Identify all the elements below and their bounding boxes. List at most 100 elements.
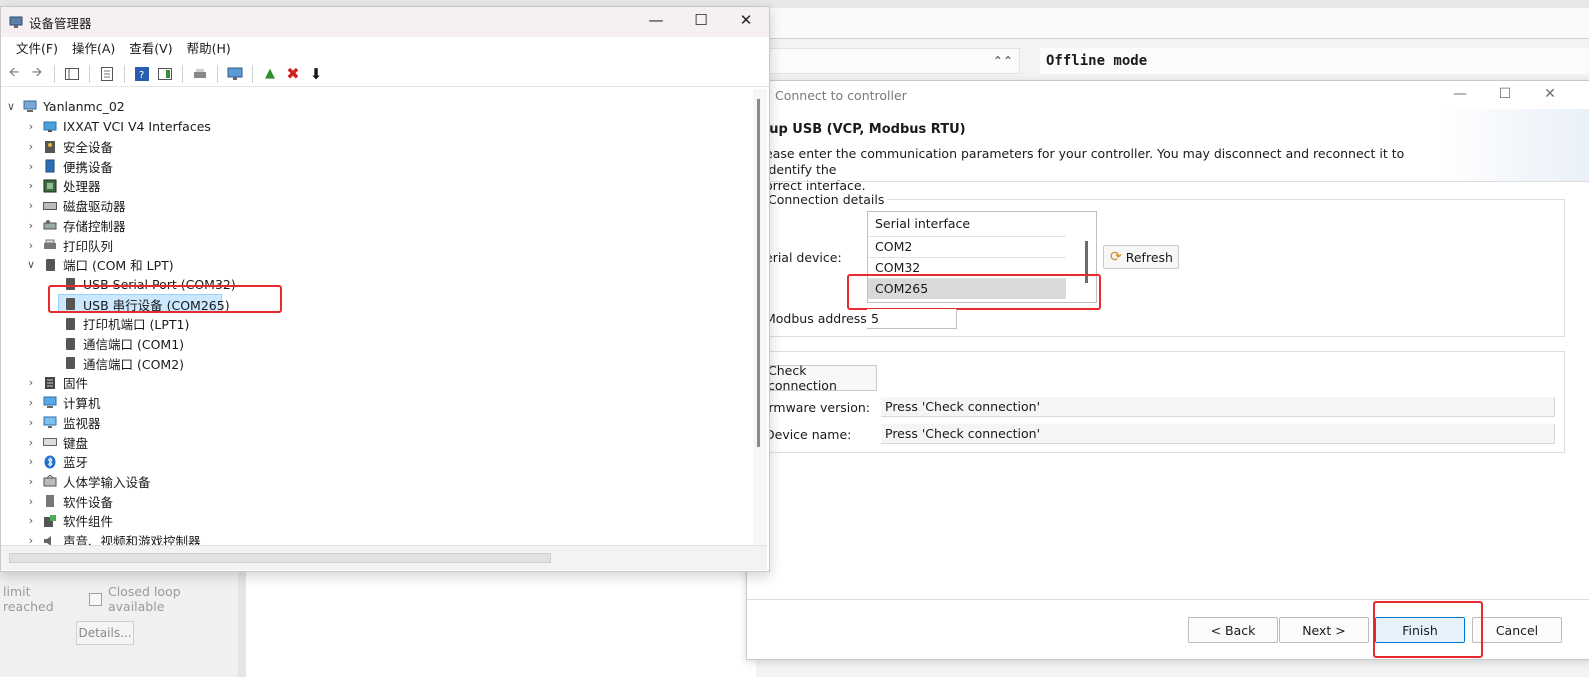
port-icon: [63, 317, 77, 331]
cancel-button[interactable]: Cancel: [1472, 617, 1562, 643]
port-icon: [43, 258, 57, 272]
keyboard-icon: [43, 435, 57, 449]
serial-option-com2[interactable]: COM2: [868, 237, 1066, 257]
tree-category[interactable]: › 便携设备: [25, 156, 113, 176]
chevron-right-icon[interactable]: ›: [25, 455, 37, 468]
tree-category-label: 磁盘驱动器: [63, 199, 126, 215]
forward-arrow-icon[interactable]: 🡪: [28, 65, 46, 83]
tree-port-label: 通信端口 (COM1): [83, 337, 185, 353]
menu-view[interactable]: 查看(V): [122, 37, 179, 61]
maximize-icon[interactable]: ☐: [1492, 86, 1518, 102]
printer-icon[interactable]: [191, 65, 209, 83]
chevron-right-icon[interactable]: ›: [25, 495, 37, 508]
back-arrow-icon[interactable]: 🡨: [5, 65, 23, 83]
tree-category[interactable]: › 蓝牙: [25, 452, 88, 472]
chevron-right-icon[interactable]: ›: [25, 239, 37, 252]
closed-loop-label: Closed loop available: [107, 584, 181, 614]
chevron-right-icon[interactable]: ›: [25, 396, 37, 409]
refresh-button[interactable]: ⟳ Refresh: [1103, 245, 1179, 269]
tree-port-label: 通信端口 (COM2): [83, 356, 185, 372]
monitor-icon: [43, 415, 57, 429]
highlight-selected-port: [48, 285, 282, 313]
update-driver-icon[interactable]: ▲: [261, 65, 279, 83]
tree-category-label: IXXAT VCI V4 Interfaces: [63, 119, 211, 135]
close-icon[interactable]: ✕: [1537, 86, 1563, 102]
tree-category[interactable]: › 软件设备: [25, 491, 113, 511]
tree-category[interactable]: › 处理器: [25, 176, 101, 196]
double-chevron-up-icon[interactable]: ⌃⌃: [993, 54, 1013, 68]
chevron-down-icon[interactable]: ∨: [25, 258, 37, 271]
tree-category[interactable]: › 固件: [25, 373, 88, 393]
tree-category[interactable]: › 监视器: [25, 413, 101, 433]
chevron-right-icon[interactable]: ›: [25, 179, 37, 192]
software-component-icon: [43, 514, 57, 528]
tree-port-item[interactable]: 打印机端口 (LPT1): [63, 314, 189, 334]
menu-help[interactable]: 帮助(H): [180, 37, 238, 61]
maximize-icon[interactable]: ☐: [686, 11, 716, 29]
tree-root[interactable]: ∨ Yanlanmc_02: [5, 97, 125, 117]
chevron-right-icon[interactable]: ›: [25, 140, 37, 153]
chevron-right-icon[interactable]: ›: [25, 534, 37, 545]
chevron-right-icon[interactable]: ›: [25, 436, 37, 449]
chevron-right-icon[interactable]: ›: [25, 219, 37, 232]
device-name-label: Device name:: [765, 427, 852, 442]
tree-category-label: 打印队列: [63, 238, 114, 254]
chevron-right-icon[interactable]: ›: [25, 475, 37, 488]
minimize-icon[interactable]: —: [1447, 86, 1473, 102]
horizontal-scrollbar-thumb[interactable]: [9, 553, 551, 563]
chevron-down-icon[interactable]: ∨: [5, 100, 17, 113]
menu-file[interactable]: 文件(F): [9, 37, 65, 61]
tree-category[interactable]: › 存储控制器: [25, 216, 126, 236]
tree-category[interactable]: › 软件组件: [25, 511, 113, 531]
tree-category[interactable]: › 磁盘驱动器: [25, 196, 126, 216]
chevron-right-icon[interactable]: ›: [25, 416, 37, 429]
tree-category[interactable]: › IXXAT VCI V4 Interfaces: [25, 117, 211, 137]
properties-icon[interactable]: [98, 65, 116, 83]
vertical-scrollbar-thumb[interactable]: [757, 99, 760, 447]
next-button[interactable]: Next >: [1279, 617, 1369, 643]
back-button[interactable]: < Back: [1188, 617, 1278, 643]
toolbar-separator: [89, 64, 90, 83]
menu-action[interactable]: 操作(A): [65, 37, 122, 61]
tree-port-item[interactable]: 通信端口 (COM1): [63, 334, 184, 354]
details-button[interactable]: Details...: [76, 621, 134, 645]
tree-category-label: 安全设备: [63, 140, 114, 156]
action-pane-icon[interactable]: [156, 65, 174, 83]
modbus-address-input[interactable]: 5: [867, 309, 957, 329]
check-connection-button[interactable]: Check connection: [767, 363, 877, 393]
background-tab-strip: [768, 8, 1589, 39]
chevron-right-icon[interactable]: ›: [25, 376, 37, 389]
show-hide-console-tree-icon[interactable]: [63, 65, 81, 83]
chevron-right-icon[interactable]: ›: [25, 514, 37, 527]
vertical-scrollbar[interactable]: [753, 89, 767, 545]
scan-hardware-icon[interactable]: [226, 65, 244, 83]
close-icon[interactable]: ✕: [731, 11, 761, 29]
tree-category[interactable]: › 计算机: [25, 393, 101, 413]
uninstall-icon[interactable]: ✖: [284, 64, 302, 83]
computer-icon: [43, 396, 57, 410]
menu-bar: 文件(F) 操作(A) 查看(V) 帮助(H): [1, 37, 769, 61]
device-manager-title: 设备管理器: [29, 16, 92, 31]
tree-port-item[interactable]: 通信端口 (COM2): [63, 353, 184, 373]
device-manager-window: 设备管理器 — ☐ ✕ 文件(F) 操作(A) 查看(V) 帮助(H) 🡨 🡪 …: [0, 6, 770, 572]
toolbar-separator: [252, 64, 253, 83]
closed-loop-checkbox[interactable]: [89, 592, 102, 606]
disk-drive-icon: [43, 199, 57, 213]
tree-category[interactable]: › 声音、视频和游戏控制器: [25, 531, 201, 545]
help-icon[interactable]: ?: [133, 65, 151, 83]
download-circle-icon[interactable]: ⬇: [307, 65, 325, 83]
tree-category-label: 蓝牙: [63, 455, 89, 471]
highlight-finish: [1373, 601, 1483, 658]
tree-category[interactable]: › 键盘: [25, 432, 88, 452]
chevron-right-icon[interactable]: ›: [25, 160, 37, 173]
connect-dialog-title: Connect to controller: [775, 88, 907, 103]
chevron-right-icon[interactable]: ›: [25, 120, 37, 133]
tree-category[interactable]: › 打印队列: [25, 235, 113, 255]
minimize-icon[interactable]: —: [641, 11, 671, 29]
tree-category-ports[interactable]: ∨ 端口 (COM 和 LPT): [25, 255, 174, 275]
refresh-icon: ⟳: [1110, 249, 1122, 265]
tree-category[interactable]: › 安全设备: [25, 137, 113, 157]
tree-category[interactable]: › 人体学输入设备: [25, 472, 151, 492]
highlight-serial-com265: [847, 274, 1101, 310]
chevron-right-icon[interactable]: ›: [25, 199, 37, 212]
